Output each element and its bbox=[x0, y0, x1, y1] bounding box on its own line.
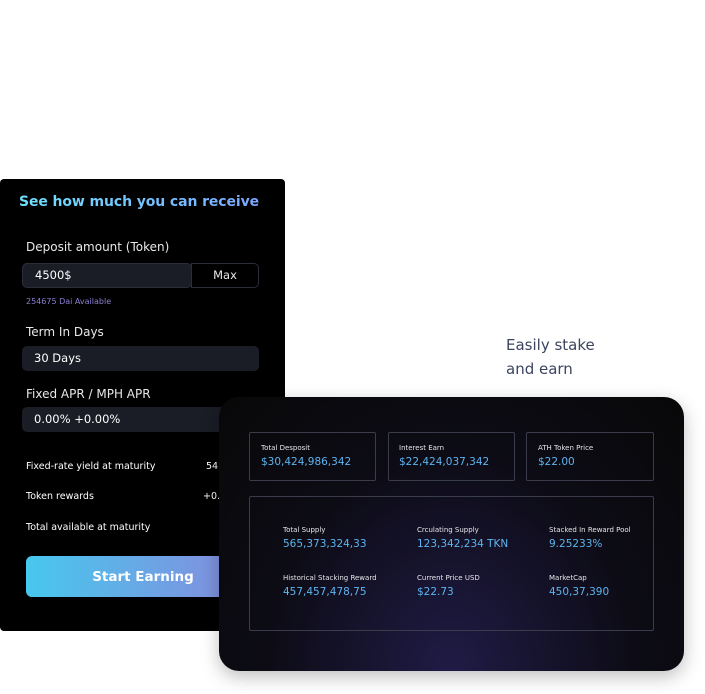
total-deposit-card: Total Desposit $30,424,986,342 bbox=[249, 432, 376, 481]
interest-earn-value: $22,424,037,342 bbox=[399, 456, 490, 468]
ath-token-price-value: $22.00 bbox=[538, 456, 575, 468]
tagline-line-2: and earn bbox=[506, 360, 573, 378]
stat-current-price: Current Price USD $22.73 bbox=[417, 574, 480, 598]
total-available-label: Total available at maturity bbox=[26, 522, 151, 533]
total-deposit-label: Total Desposit bbox=[261, 444, 310, 452]
stat-market-cap: MarketCap 450,37,390 bbox=[549, 574, 609, 598]
stat-value: 565,373,324,33 bbox=[283, 538, 367, 550]
interest-earn-label: Interest Earn bbox=[399, 444, 445, 452]
stat-circulating-supply: Crculating Supply 123,342,234 TKN bbox=[417, 526, 508, 550]
stat-label: Crculating Supply bbox=[417, 526, 479, 534]
stat-value: 123,342,234 TKN bbox=[417, 538, 509, 550]
tagline-line-1: Easily stake bbox=[506, 336, 595, 354]
term-label: Term In Days bbox=[26, 325, 104, 339]
calculator-title: See how much you can receive bbox=[19, 194, 260, 210]
stat-label: Stacked In Reward Pool bbox=[549, 526, 631, 534]
ath-token-price-label: ATH Token Price bbox=[538, 444, 594, 452]
stat-label: Historical Stacking Reward bbox=[283, 574, 377, 582]
term-input[interactable]: 30 Days bbox=[22, 346, 259, 371]
apr-label: Fixed APR / MPH APR bbox=[26, 387, 151, 401]
stat-total-supply: Total Supply 565,373,324,33 bbox=[283, 526, 367, 550]
fixed-yield-label: Fixed-rate yield at maturity bbox=[26, 461, 156, 472]
stats-dashboard: Total Desposit $30,424,986,342 Interest … bbox=[219, 397, 684, 671]
stat-label: MarketCap bbox=[549, 574, 587, 582]
stat-label: Current Price USD bbox=[417, 574, 480, 582]
stat-value: $22.73 bbox=[417, 586, 454, 598]
deposit-label: Deposit amount (Token) bbox=[26, 240, 170, 254]
token-stats-card bbox=[249, 496, 654, 631]
stat-historical-reward: Historical Stacking Reward 457,457,478,7… bbox=[283, 574, 377, 598]
stat-value: 457,457,478,75 bbox=[283, 586, 367, 598]
deposit-input[interactable]: 4500$ bbox=[22, 263, 192, 288]
ath-token-price-card: ATH Token Price $22.00 bbox=[526, 432, 654, 481]
stat-value: 450,37,390 bbox=[549, 586, 610, 598]
stat-value: 9.25233% bbox=[549, 538, 603, 550]
interest-earn-card: Interest Earn $22,424,037,342 bbox=[388, 432, 515, 481]
total-deposit-value: $30,424,986,342 bbox=[261, 456, 352, 468]
token-rewards-label: Token rewards bbox=[26, 491, 94, 502]
tagline: Easily stake and earn bbox=[506, 333, 646, 381]
stat-label: Total Supply bbox=[283, 526, 326, 534]
stat-reward-pool: Stacked In Reward Pool 9.25233% bbox=[549, 526, 631, 550]
available-balance: 254675 Dai Available bbox=[26, 297, 112, 306]
max-button[interactable]: Max bbox=[191, 263, 259, 288]
